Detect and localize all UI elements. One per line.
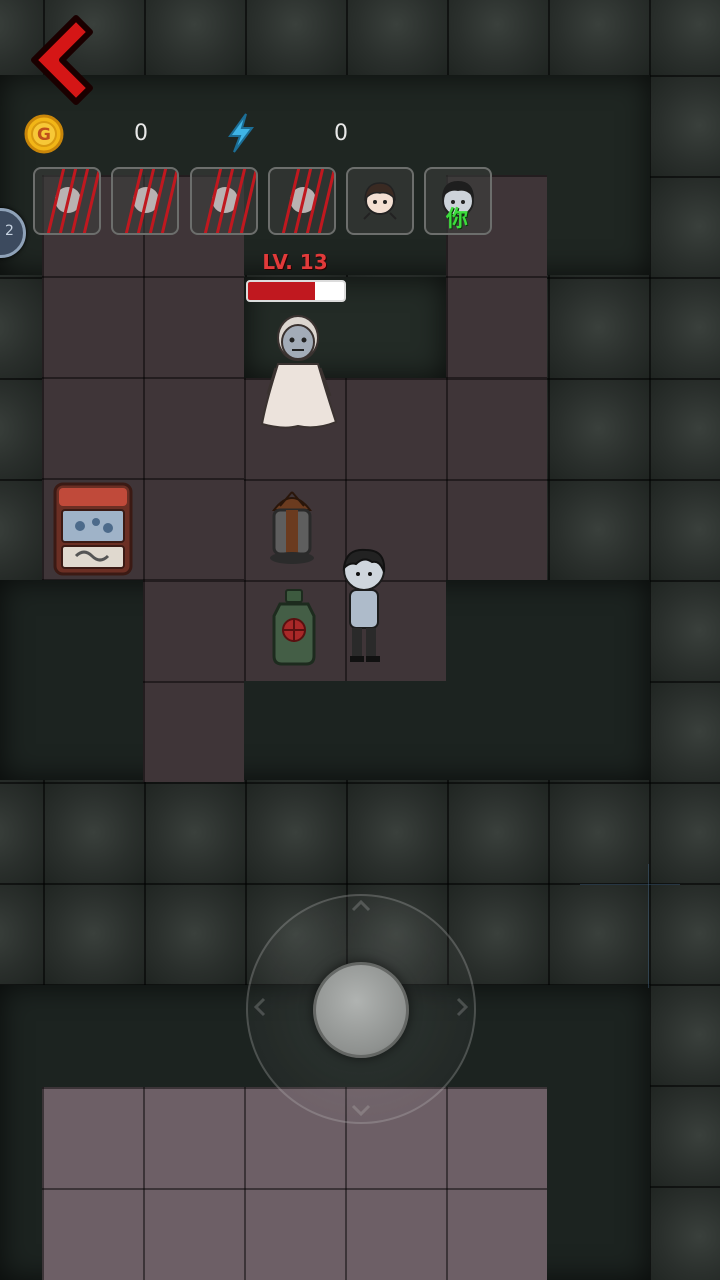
player-character[interactable] [336,546,392,664]
joystick-knob[interactable] [313,962,409,1058]
claw-marks-icon [203,169,256,233]
ghost-enemy[interactable] [256,312,340,432]
gold-coin-icon: G [24,114,64,154]
player-slot-1[interactable] [33,167,101,235]
girl-face-icon [363,182,397,220]
potion-bottle[interactable] [266,588,322,666]
player-slot-5[interactable] [346,167,414,235]
enemy-level-label: LV. 13 [262,250,328,274]
joystick-left-icon [253,997,266,1017]
energy-count: 0 [334,121,348,146]
coin-count: 0 [134,121,148,146]
claw-marks-icon [46,169,99,233]
game-stage: LV. 13 G 0 0 2 你 [0,0,720,1280]
player-slot-2[interactable] [111,167,179,235]
claw-marks-icon [124,169,177,233]
back-button[interactable] [24,12,96,108]
lightning-icon [224,112,258,154]
joystick-up-icon [351,899,371,912]
claw-marks-icon [281,169,334,233]
joystick-right-icon [456,997,469,1017]
player-slot-4[interactable] [268,167,336,235]
player-slot-3[interactable] [190,167,258,235]
red-chevron-left-icon [31,15,93,105]
player-slot-6[interactable]: 你 [424,167,492,235]
grid-marker [648,864,649,988]
room-floor [143,681,244,782]
enemy-health-bar [246,280,346,302]
coin-letter: G [37,125,51,145]
grid-marker [580,884,680,885]
you-tag: 你 [446,207,469,232]
arcade-machine[interactable] [52,482,134,576]
side-badge-count: 2 [5,223,14,239]
enemy-health-fill [248,282,316,300]
joystick-down-icon [351,1104,371,1117]
lantern-object[interactable] [262,488,322,568]
